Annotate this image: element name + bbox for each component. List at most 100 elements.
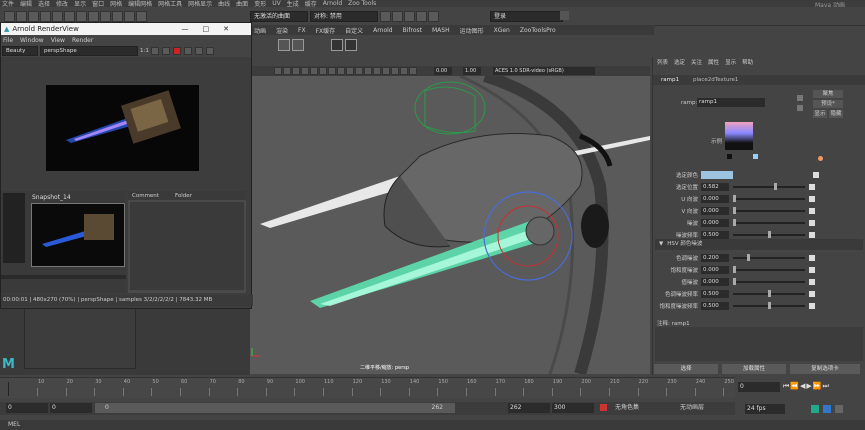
shelf-tab[interactable]: 自定义	[345, 26, 363, 35]
wireframe-icon[interactable]	[301, 67, 309, 75]
render-settings-icon[interactable]	[404, 11, 415, 22]
snapshot-prev-thumb[interactable]	[3, 193, 25, 263]
attribute-value-field[interactable]: 0.200	[701, 254, 729, 262]
map-button-icon[interactable]	[809, 303, 815, 309]
show-button[interactable]: 显示	[813, 110, 827, 118]
camera-attr-icon[interactable]	[274, 67, 282, 75]
anim-layer-dropdown[interactable]: 无动画层	[680, 403, 735, 413]
presets-button[interactable]: 预设*	[813, 100, 843, 108]
attribute-value-field[interactable]: 0.500	[701, 231, 729, 239]
fps-dropdown[interactable]: 24 fps	[745, 404, 785, 414]
renderview-menu-item[interactable]: Window	[20, 37, 44, 44]
settings-icon[interactable]	[205, 47, 214, 55]
maximize-icon[interactable]: □	[203, 25, 224, 33]
login-dropdown[interactable]: 登录	[490, 11, 563, 22]
interpolation-icon[interactable]	[818, 156, 823, 161]
workspace-settings-icon[interactable]	[560, 11, 569, 20]
attribute-value-field[interactable]: 0.000	[701, 219, 729, 227]
auto-key-icon[interactable]	[600, 404, 607, 411]
current-time-marker[interactable]	[8, 382, 9, 396]
copy-tab-button[interactable]: 复制选项卡	[790, 364, 860, 374]
slider-handle[interactable]	[733, 195, 736, 202]
redo-icon[interactable]	[52, 11, 63, 22]
slider-handle[interactable]	[768, 302, 771, 309]
slider-handle[interactable]	[768, 231, 771, 238]
start-outer-field[interactable]: 0	[6, 403, 48, 413]
focus-button[interactable]: 聚焦	[813, 90, 843, 98]
map-button-icon[interactable]	[809, 208, 815, 214]
attribute-slider[interactable]	[737, 174, 809, 176]
attribute-slider[interactable]	[733, 219, 805, 226]
ramp-handle-icon[interactable]	[727, 154, 732, 159]
shelf-tab[interactable]: XGen	[494, 27, 510, 34]
attribute-slider[interactable]	[733, 254, 805, 261]
shelf-play-icon[interactable]	[345, 39, 358, 51]
grid-toggle-icon[interactable]	[292, 67, 300, 75]
loop-icon[interactable]	[811, 405, 819, 413]
textured-icon[interactable]	[319, 67, 327, 75]
menu-item[interactable]: Zoo Tools	[348, 0, 376, 7]
slider-handle[interactable]	[733, 207, 736, 214]
stop-icon[interactable]	[172, 47, 181, 55]
new-scene-icon[interactable]	[4, 11, 15, 22]
slider-handle[interactable]	[733, 219, 736, 226]
slider-handle[interactable]	[733, 266, 736, 273]
select-button[interactable]: 选择	[654, 364, 718, 374]
menu-item[interactable]: UV	[272, 0, 281, 7]
shelf-tool-icon[interactable]	[278, 39, 290, 51]
snap-curve-icon[interactable]	[112, 11, 123, 22]
end-outer-field[interactable]: 300	[552, 403, 594, 413]
render-icon[interactable]	[150, 47, 159, 55]
safe-action-icon[interactable]	[400, 67, 408, 75]
ao-icon[interactable]	[346, 67, 354, 75]
map-button-icon[interactable]	[813, 172, 819, 178]
input-connection-icon[interactable]	[797, 95, 803, 101]
paint-tool-icon[interactable]	[88, 11, 99, 22]
load-attributes-button[interactable]: 加载属性	[722, 364, 786, 374]
field-chart-icon[interactable]	[391, 67, 399, 75]
range-bar[interactable]: 0 262	[95, 403, 455, 413]
sound-icon[interactable]	[823, 405, 831, 413]
refresh-icon[interactable]	[183, 47, 192, 55]
slider-handle[interactable]	[768, 290, 771, 297]
output-connection-icon[interactable]	[797, 105, 803, 111]
ae-menu-item[interactable]: 列表	[657, 58, 668, 66]
open-scene-icon[interactable]	[16, 11, 27, 22]
shelf-tab[interactable]: Arnold	[373, 27, 392, 34]
map-button-icon[interactable]	[809, 232, 815, 238]
snapshot-thumb[interactable]	[31, 203, 125, 267]
render-image[interactable]	[46, 85, 199, 171]
xray-icon[interactable]	[364, 67, 372, 75]
shelf-view-icon[interactable]	[331, 39, 344, 51]
ae-menu-item[interactable]: 显示	[725, 58, 736, 66]
tab-place2dtexture[interactable]: place2dTexture1	[693, 77, 738, 83]
ae-menu-item[interactable]: 帮助	[742, 58, 753, 66]
attribute-value-field[interactable]: 0.000	[701, 195, 729, 203]
gamma-field[interactable]: 1.00	[463, 67, 481, 75]
bookmark-icon[interactable]	[283, 67, 291, 75]
color-management-icon[interactable]	[409, 67, 417, 75]
shelf-tab[interactable]: ZooToolsPro	[520, 27, 556, 34]
arnold-render-icon[interactable]	[428, 11, 439, 22]
end-inner-field[interactable]: 262	[508, 403, 550, 413]
shelf-tab[interactable]: FX	[298, 27, 306, 34]
hsv-section-header[interactable]: ▼ HSV 颜色噪波	[655, 239, 863, 250]
snap-plane-icon[interactable]	[136, 11, 147, 22]
slider-handle[interactable]	[733, 278, 736, 285]
snap-grid-icon[interactable]	[100, 11, 111, 22]
resolution-gate-icon[interactable]	[373, 67, 381, 75]
attribute-value-field[interactable]: 0.500	[701, 302, 729, 310]
attribute-value-field[interactable]: 0.500	[701, 290, 729, 298]
shelf-tab[interactable]: 动画	[254, 26, 266, 35]
ipr-icon[interactable]	[161, 47, 170, 55]
step-back-icon[interactable]: ⏪	[790, 382, 800, 390]
comment-area[interactable]	[130, 202, 244, 290]
attribute-value-field[interactable]: 0.000	[701, 278, 729, 286]
shelf-tab[interactable]: 运动图形	[460, 26, 484, 35]
map-button-icon[interactable]	[809, 220, 815, 226]
menu-item[interactable]: Arnold	[323, 0, 342, 7]
map-button-icon[interactable]	[809, 279, 815, 285]
attribute-slider[interactable]	[733, 290, 805, 297]
current-frame-field[interactable]: 0	[738, 382, 780, 392]
shelf-tab[interactable]: FX缓存	[316, 26, 336, 35]
